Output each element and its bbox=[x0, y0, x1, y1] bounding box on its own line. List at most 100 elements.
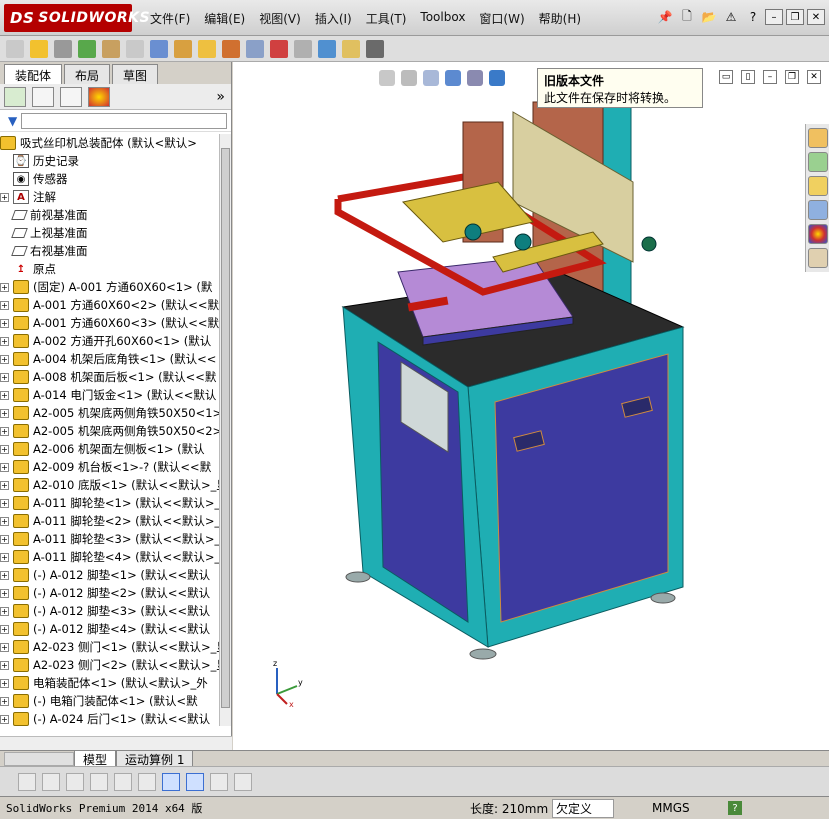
split-horizontal-icon[interactable]: ▭ bbox=[719, 70, 733, 84]
model-view-icon[interactable] bbox=[162, 772, 180, 791]
tree-vertical-scrollbar[interactable] bbox=[219, 134, 231, 726]
tree-item[interactable]: + A2-005 机架底两侧角铁50X50<1> bbox=[0, 404, 220, 422]
expand-icon[interactable]: + bbox=[0, 570, 9, 580]
solidworks-logo[interactable]: DS SOLIDWORKS bbox=[4, 4, 150, 32]
assembly-model-render[interactable] bbox=[233, 62, 829, 750]
tree-item[interactable]: + (-) A-024 后门<1> (默认<<默认 bbox=[0, 710, 220, 726]
tree-item[interactable]: + A-011 脚轮垫<3> (默认<<默认>_ bbox=[0, 530, 220, 548]
tree-item[interactable]: + A-002 方通开孔60X60<1> (默认 bbox=[0, 332, 220, 350]
tab-sketch[interactable]: 草图 bbox=[112, 64, 159, 84]
menu-edit[interactable]: 编辑(E) bbox=[204, 10, 245, 27]
tree-root[interactable]: 吸式丝印机总装配体 (默认<默认> bbox=[0, 134, 220, 152]
graphics-icon-2[interactable] bbox=[42, 772, 60, 791]
tree-item[interactable]: + A2-005 机架底两侧角铁50X50<2> bbox=[0, 422, 220, 440]
tree-item[interactable]: + A-001 方通60X60<3> (默认<<默认 bbox=[0, 314, 220, 332]
tree-item[interactable]: + A2-023 侧门<2> (默认<<默认>_显 bbox=[0, 656, 220, 674]
expand-icon[interactable]: + bbox=[0, 606, 9, 616]
mate-icon[interactable] bbox=[54, 39, 72, 58]
tree-item[interactable]: + A-001 方通60X60<2> (默认<<默认 bbox=[0, 296, 220, 314]
expand-icon[interactable]: + bbox=[0, 642, 9, 652]
tree-item[interactable]: + (-) A-012 脚垫<2> (默认<<默认 bbox=[0, 584, 220, 602]
assembly-features-icon[interactable] bbox=[174, 39, 192, 58]
exploded-view-icon[interactable] bbox=[270, 39, 288, 58]
expand-icon[interactable]: + bbox=[0, 300, 9, 310]
viewport-close-button[interactable]: ✕ bbox=[807, 70, 821, 84]
status-help-icon[interactable]: ? bbox=[728, 801, 742, 815]
file-explorer-icon[interactable] bbox=[808, 176, 828, 196]
custom-properties-icon[interactable] bbox=[808, 248, 828, 268]
tree-item[interactable]: + A2-009 机台板<1>-? (默认<<默 bbox=[0, 458, 220, 476]
expand-icon[interactable]: + bbox=[0, 354, 9, 364]
viewport-minimize-button[interactable]: – bbox=[763, 70, 777, 84]
expand-icon[interactable]: + bbox=[0, 336, 9, 346]
menu-help[interactable]: 帮助(H) bbox=[539, 10, 581, 27]
edit-component-icon[interactable] bbox=[6, 39, 24, 58]
tab-model[interactable]: 模型 bbox=[74, 750, 117, 767]
expand-icon[interactable]: + bbox=[0, 516, 9, 526]
clearance-icon[interactable] bbox=[342, 39, 360, 58]
tree-item[interactable]: + A2-010 底版<1> (默认<<默认>_显 bbox=[0, 476, 220, 494]
explode-line-icon[interactable] bbox=[294, 39, 312, 58]
tree-item[interactable]: + (-) A-012 脚垫<1> (默认<<默认 bbox=[0, 566, 220, 584]
expand-icon[interactable]: + bbox=[0, 480, 9, 490]
tree-horizontal-scrollbar[interactable] bbox=[0, 736, 232, 750]
scroll-thumb[interactable] bbox=[221, 148, 230, 708]
filter-icon[interactable]: ▼ bbox=[8, 114, 17, 128]
tree-item[interactable]: ↥ 原点 bbox=[0, 260, 220, 278]
save-view-icon[interactable] bbox=[234, 772, 252, 791]
tree-item[interactable]: + A 注解 bbox=[0, 188, 220, 206]
filter-input[interactable] bbox=[21, 112, 227, 129]
warning-icon[interactable]: ⚠ bbox=[722, 8, 740, 26]
viewport-restore-button[interactable]: ❐ bbox=[785, 70, 799, 84]
move-component-icon[interactable] bbox=[126, 39, 144, 58]
tree-item[interactable]: + A2-023 侧门<1> (默认<<默认>_显 bbox=[0, 638, 220, 656]
tree-item[interactable]: + A-011 脚轮垫<4> (默认<<默认>_ bbox=[0, 548, 220, 566]
tree-item[interactable]: 前视基准面 bbox=[0, 206, 220, 224]
smart-fastener-icon[interactable] bbox=[102, 39, 120, 58]
tree-item[interactable]: + A2-006 机架面左侧板<1> (默认 bbox=[0, 440, 220, 458]
tree-item[interactable]: 上视基准面 bbox=[0, 224, 220, 242]
expand-icon[interactable]: + bbox=[0, 444, 9, 454]
split-view-icon[interactable] bbox=[138, 772, 156, 791]
linear-pattern-icon[interactable] bbox=[78, 39, 96, 58]
list-view-icon[interactable] bbox=[90, 772, 108, 791]
tree-item[interactable]: + A-011 脚轮垫<1> (默认<<默认>_ bbox=[0, 494, 220, 512]
expand-icon[interactable]: + bbox=[0, 624, 9, 634]
expand-icon[interactable]: + bbox=[0, 390, 9, 400]
menu-file[interactable]: 文件(F) bbox=[150, 10, 190, 27]
tree-item[interactable]: + (-) A-012 脚垫<4> (默认<<默认 bbox=[0, 620, 220, 638]
expand-icon[interactable]: + bbox=[0, 192, 9, 202]
table-view-icon[interactable] bbox=[114, 772, 132, 791]
chevron-more-icon[interactable]: » bbox=[216, 89, 225, 105]
help-icon[interactable]: ? bbox=[744, 8, 762, 26]
expand-icon[interactable]: + bbox=[0, 714, 9, 724]
expand-icon[interactable]: + bbox=[0, 498, 9, 508]
expand-icon[interactable]: + bbox=[0, 426, 9, 436]
home-icon[interactable] bbox=[808, 128, 828, 148]
tab-motion-study[interactable]: 运动算例 1 bbox=[116, 750, 194, 767]
tree-item[interactable]: + (-) A-012 脚垫<3> (默认<<默认 bbox=[0, 602, 220, 620]
menu-insert[interactable]: 插入(I) bbox=[315, 10, 352, 27]
interference-icon[interactable] bbox=[318, 39, 336, 58]
expand-icon[interactable]: + bbox=[0, 696, 9, 706]
tree-item[interactable]: + A-014 电门钣金<1> (默认<<默认 bbox=[0, 386, 220, 404]
configuration-manager-icon[interactable] bbox=[60, 86, 82, 107]
tab-layout[interactable]: 布局 bbox=[64, 64, 111, 84]
view-palette-icon[interactable] bbox=[808, 200, 828, 220]
tree-item[interactable]: ◉ 传感器 bbox=[0, 170, 220, 188]
3d-view-icon[interactable] bbox=[186, 772, 204, 791]
expand-icon[interactable]: + bbox=[0, 660, 9, 670]
design-library-icon[interactable] bbox=[808, 152, 828, 172]
expand-icon[interactable]: + bbox=[0, 282, 9, 292]
expand-icon[interactable]: + bbox=[0, 678, 9, 688]
property-manager-icon[interactable] bbox=[32, 86, 54, 107]
tree-item[interactable]: + 电箱装配体<1> (默认<默认>_外 bbox=[0, 674, 220, 692]
graphics-icon-3[interactable] bbox=[66, 772, 84, 791]
menu-toolbox[interactable]: Toolbox bbox=[420, 10, 465, 27]
tree-item[interactable]: 右视基准面 bbox=[0, 242, 220, 260]
display-manager-icon[interactable] bbox=[88, 86, 110, 107]
tree-item[interactable]: + A-011 脚轮垫<2> (默认<<默认>_ bbox=[0, 512, 220, 530]
status-units[interactable]: MMGS bbox=[652, 801, 712, 815]
menu-tools[interactable]: 工具(T) bbox=[366, 10, 407, 27]
expand-icon[interactable]: + bbox=[0, 588, 9, 598]
